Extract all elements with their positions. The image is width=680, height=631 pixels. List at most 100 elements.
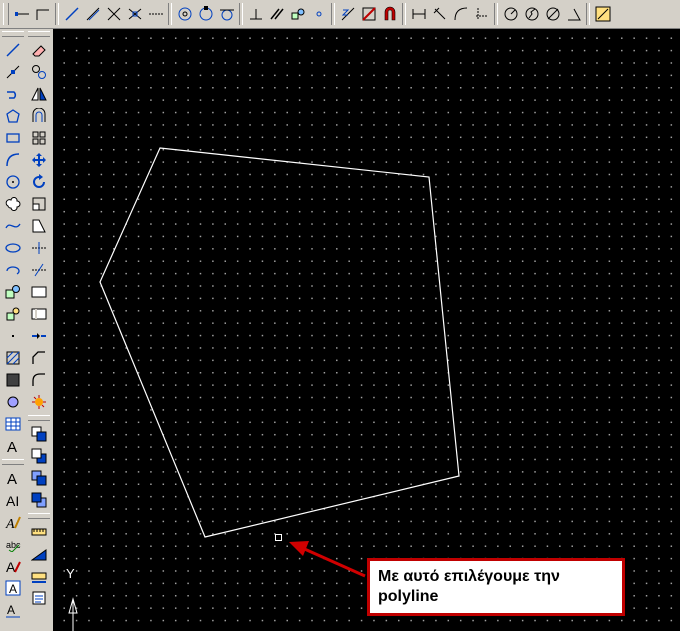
dim-override-icon[interactable] — [28, 566, 50, 587]
break-icon[interactable] — [28, 304, 50, 325]
toolbar-grip[interactable] — [27, 31, 50, 37]
pentagon-polyline[interactable] — [99, 147, 460, 538]
dim-radius-icon[interactable] — [500, 3, 521, 25]
draworder-above-icon[interactable] — [28, 468, 50, 489]
callout-text-line2: polyline — [378, 588, 439, 605]
point-icon[interactable] — [2, 326, 24, 347]
construction-line-icon[interactable] — [82, 3, 103, 25]
spline-icon[interactable] — [2, 216, 24, 237]
mirror-icon[interactable] — [28, 84, 50, 105]
dim-aligned-icon[interactable] — [429, 3, 450, 25]
scale-icon[interactable] — [28, 194, 50, 215]
scale-text-icon[interactable]: A — [2, 578, 24, 599]
dim-arc-icon[interactable] — [450, 3, 471, 25]
ray-icon[interactable] — [61, 3, 82, 25]
array-icon[interactable] — [28, 128, 50, 149]
left-toolbars: A A AI A abc A A A — [0, 29, 52, 631]
dash-icon[interactable] — [145, 3, 166, 25]
svg-text:A: A — [7, 603, 15, 617]
spell-check-icon[interactable]: abc — [2, 534, 24, 555]
join-icon[interactable] — [28, 326, 50, 347]
make-block-icon[interactable] — [2, 304, 24, 325]
svg-text:A: A — [5, 517, 15, 530]
draworder-back-icon[interactable] — [28, 446, 50, 467]
angle-icon[interactable] — [103, 3, 124, 25]
perpendicular-icon[interactable] — [245, 3, 266, 25]
magnet-icon[interactable] — [379, 3, 400, 25]
draworder-front-icon[interactable] — [28, 424, 50, 445]
justify-text-icon[interactable]: A — [2, 600, 24, 621]
drawing-canvas[interactable]: Y — [53, 29, 680, 631]
ellipse-icon[interactable] — [2, 238, 24, 259]
svg-text:A: A — [7, 471, 17, 486]
quadrant-icon[interactable] — [195, 3, 216, 25]
dim-diameter-icon[interactable] — [542, 3, 563, 25]
intersect-icon[interactable] — [124, 3, 145, 25]
move-icon[interactable] — [28, 150, 50, 171]
copy-icon[interactable] — [28, 62, 50, 83]
node-icon[interactable] — [308, 3, 329, 25]
dim-style-icon[interactable] — [28, 522, 50, 543]
region-icon[interactable] — [2, 392, 24, 413]
dim-linear-icon[interactable] — [408, 3, 429, 25]
toolbar-grip[interactable] — [1, 459, 24, 465]
selection-pickbox[interactable] — [275, 534, 282, 541]
polyline-icon[interactable] — [32, 3, 53, 25]
draworder-under-icon[interactable] — [28, 490, 50, 511]
dim-ordinate-icon[interactable] — [471, 3, 492, 25]
callout-arrow — [289, 541, 366, 578]
revision-cloud-icon[interactable] — [2, 194, 24, 215]
dim-edit-icon[interactable] — [28, 588, 50, 609]
line-icon[interactable] — [2, 40, 24, 61]
line-icon[interactable] — [11, 3, 32, 25]
snap-none-icon[interactable] — [358, 3, 379, 25]
ucs-icon: Y — [66, 566, 78, 631]
tangent-icon[interactable] — [216, 3, 237, 25]
rotate-icon[interactable] — [28, 172, 50, 193]
erase-icon[interactable] — [28, 40, 50, 61]
table-icon[interactable] — [2, 414, 24, 435]
rectangle-icon[interactable] — [2, 128, 24, 149]
parallel-icon[interactable] — [266, 3, 287, 25]
circle-icon[interactable] — [2, 172, 24, 193]
dim-angular-icon[interactable] — [563, 3, 584, 25]
top-toolbar — [0, 0, 680, 29]
multiline-text-icon[interactable]: A — [2, 436, 24, 457]
callout-box: Με αυτό επιλέγουμε την polyline — [367, 558, 625, 616]
construction-line-icon[interactable] — [2, 62, 24, 83]
arc-icon[interactable] — [2, 150, 24, 171]
nearest-icon[interactable] — [337, 3, 358, 25]
ucs-y-label: Y — [66, 566, 75, 581]
toolbar-grip[interactable] — [1, 31, 24, 37]
insert-block-icon[interactable] — [2, 282, 24, 303]
callout-text-line1: Με αυτό επιλέγουμε την — [378, 568, 560, 585]
text-edit-icon[interactable]: AI — [2, 490, 24, 511]
fillet-icon[interactable] — [28, 370, 50, 391]
hatch-icon[interactable] — [2, 348, 24, 369]
toolbar-grip[interactable] — [27, 415, 50, 421]
gradient-icon[interactable] — [2, 370, 24, 391]
ellipse-arc-icon[interactable] — [2, 260, 24, 281]
center-icon[interactable] — [174, 3, 195, 25]
stretch-icon[interactable] — [28, 216, 50, 237]
extend-icon[interactable] — [28, 260, 50, 281]
quick-dim-icon[interactable] — [592, 3, 613, 25]
text-icon[interactable]: A — [2, 468, 24, 489]
drawing-svg: Y — [66, 147, 460, 631]
dim-update-icon[interactable] — [28, 544, 50, 565]
toolbar-grip[interactable] — [3, 3, 9, 25]
insert-icon[interactable] — [287, 3, 308, 25]
explode-icon[interactable] — [28, 392, 50, 413]
trim-icon[interactable] — [28, 238, 50, 259]
svg-text:A: A — [9, 582, 17, 596]
dim-jogged-icon[interactable] — [521, 3, 542, 25]
text-style-icon[interactable]: A — [2, 512, 24, 533]
find-text-icon[interactable]: A — [2, 556, 24, 577]
modify-toolbar — [26, 29, 51, 609]
break-at-point-icon[interactable] — [28, 282, 50, 303]
toolbar-grip[interactable] — [27, 513, 50, 519]
chamfer-icon[interactable] — [28, 348, 50, 369]
offset-icon[interactable] — [28, 106, 50, 127]
polyline-icon[interactable] — [2, 84, 24, 105]
polygon-icon[interactable] — [2, 106, 24, 127]
